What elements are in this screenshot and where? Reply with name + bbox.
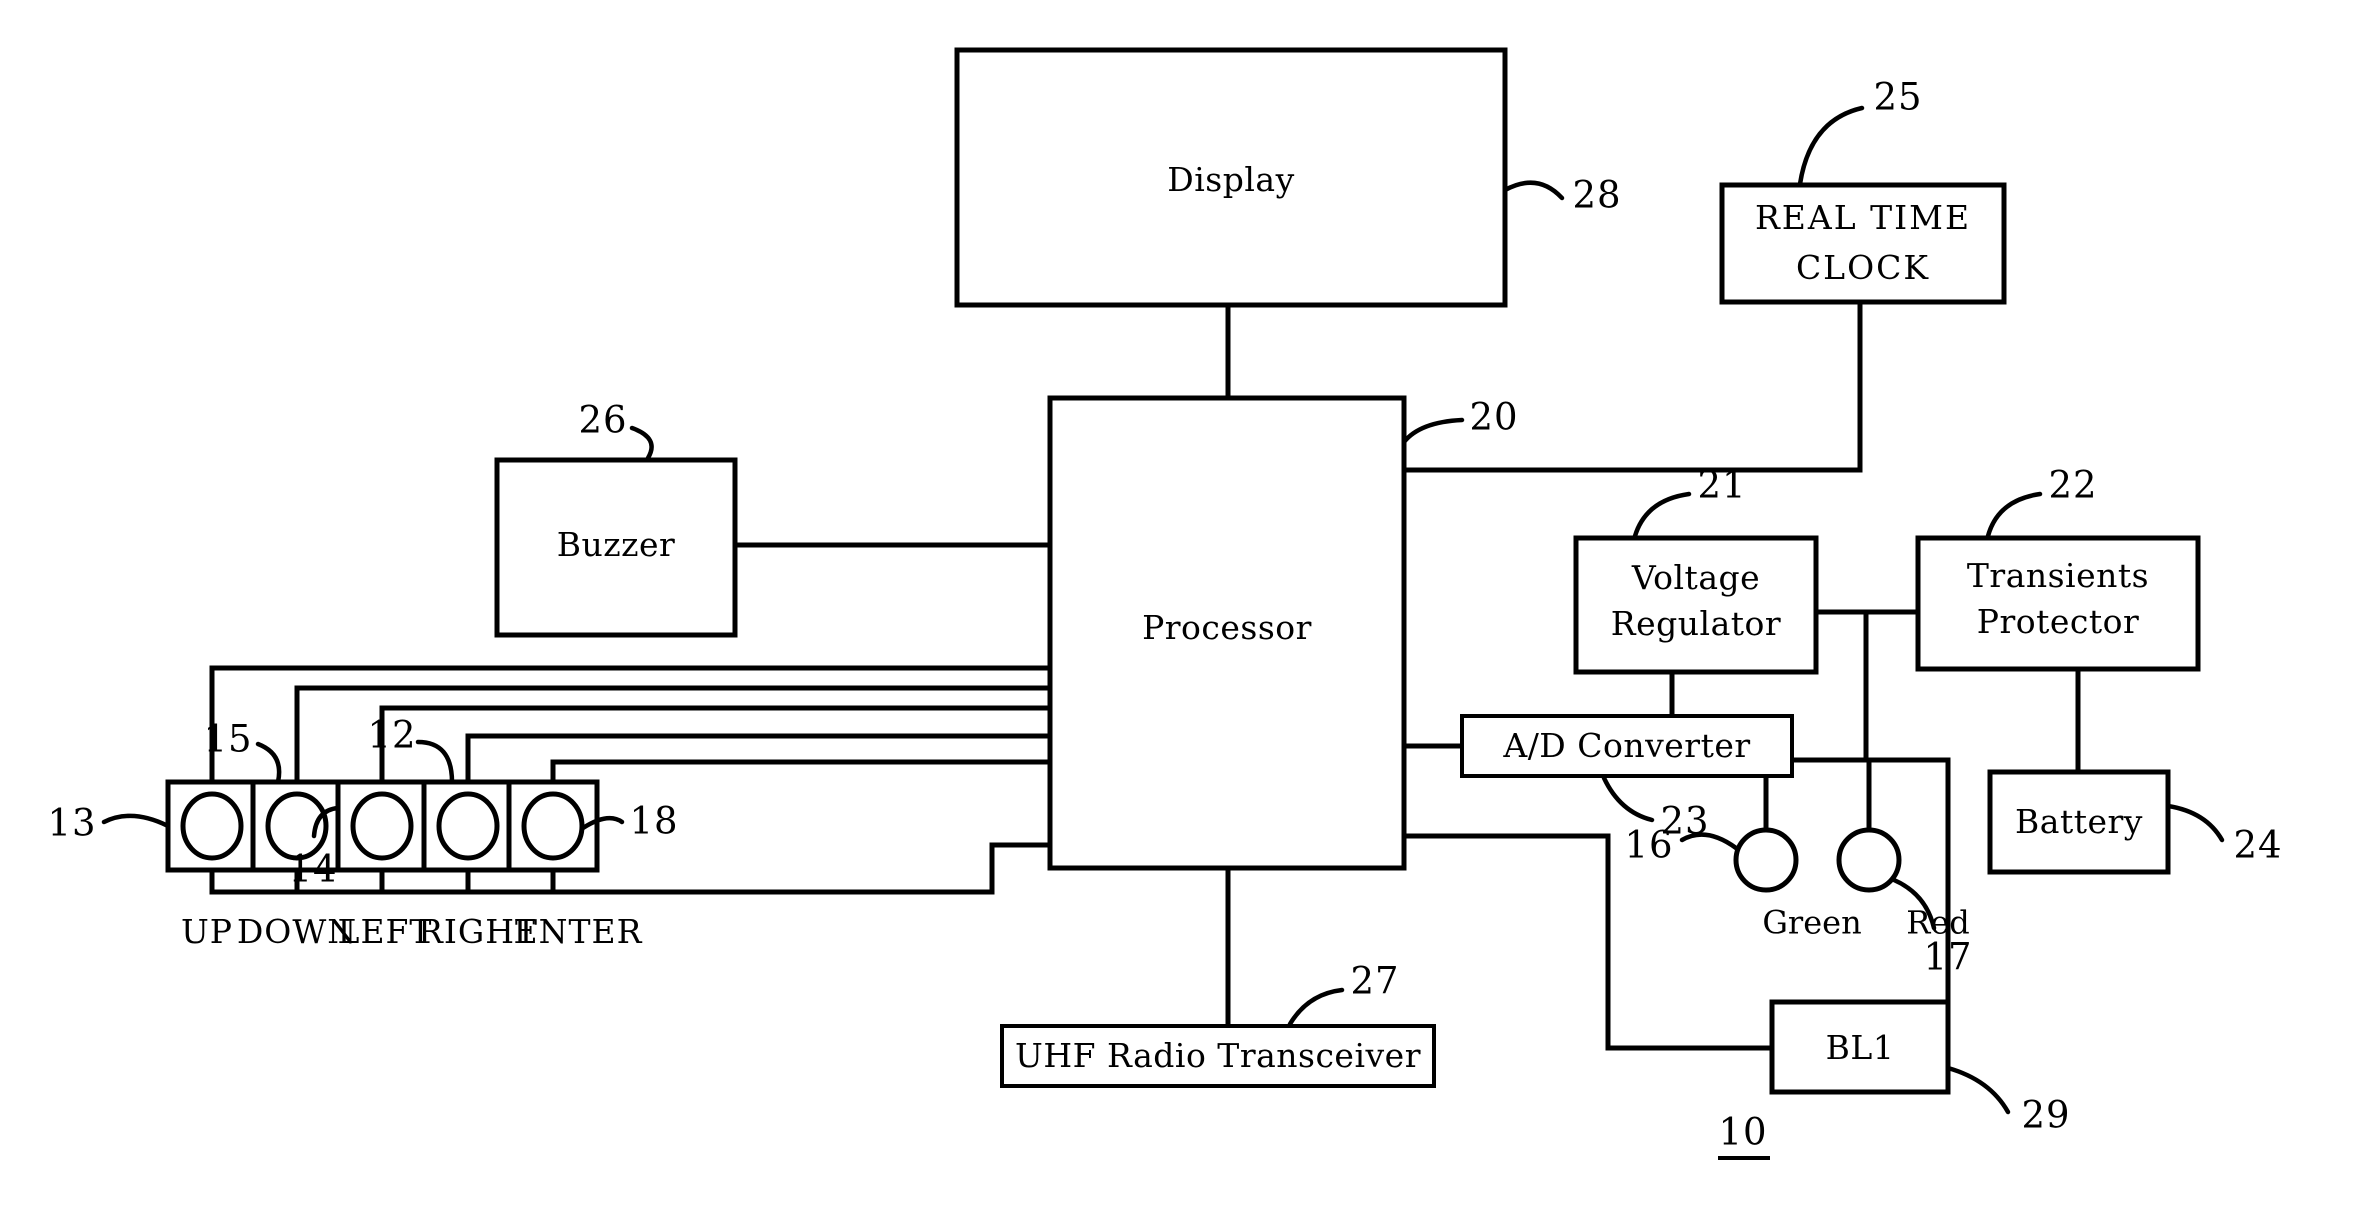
ref-13: 13 bbox=[47, 802, 96, 845]
ref-25: 25 bbox=[1873, 76, 1922, 119]
button-enter-cap-icon[interactable] bbox=[521, 791, 585, 861]
leader-27 bbox=[1287, 987, 1345, 1027]
leader-25 bbox=[1797, 105, 1865, 187]
leader-13 bbox=[101, 813, 171, 829]
ref-10: 10 bbox=[1718, 1111, 1767, 1154]
ref-24: 24 bbox=[2233, 824, 2282, 867]
button-enter-label: ENTER bbox=[514, 912, 643, 951]
uhf-radio-label: UHF Radio Transceiver bbox=[1015, 1036, 1421, 1075]
display-label: Display bbox=[1167, 160, 1294, 199]
ref-15: 15 bbox=[203, 718, 252, 761]
processor-label: Processor bbox=[1142, 608, 1312, 647]
ref-27: 27 bbox=[1350, 960, 1399, 1003]
ref-29: 29 bbox=[2021, 1094, 2070, 1137]
real-time-clock-label-line2: CLOCK bbox=[1796, 248, 1930, 287]
voltage-regulator-label-line1: Voltage bbox=[1631, 558, 1760, 597]
transients-protector-label-line1: Transients bbox=[1967, 556, 2149, 595]
green-led-label: Green bbox=[1762, 904, 1861, 942]
leader-20 bbox=[1401, 417, 1465, 445]
leader-23 bbox=[1601, 775, 1655, 823]
leader-29 bbox=[1945, 1065, 2011, 1115]
patent-figure-page: Display REAL TIME CLOCK Processor Buzzer… bbox=[0, 0, 2354, 1232]
ad-converter-label: A/D Converter bbox=[1502, 726, 1750, 765]
leader-12 bbox=[415, 739, 455, 785]
leader-26 bbox=[629, 425, 654, 461]
ref-12: 12 bbox=[367, 714, 416, 757]
red-led-icon bbox=[1836, 827, 1902, 893]
real-time-clock-label-line1: REAL TIME bbox=[1755, 198, 1971, 237]
leader-24 bbox=[2165, 803, 2225, 843]
backlight-label: BL1 bbox=[1826, 1028, 1895, 1067]
green-led-icon bbox=[1733, 827, 1799, 893]
voltage-regulator-label-line2: Regulator bbox=[1611, 604, 1781, 643]
ref-14: 14 bbox=[288, 848, 337, 891]
leader-28 bbox=[1502, 180, 1565, 201]
wire-button-up-processor bbox=[209, 665, 1053, 785]
button-up-cap-icon[interactable] bbox=[180, 791, 244, 861]
battery-label: Battery bbox=[2015, 802, 2143, 841]
wire-button-enter-processor bbox=[550, 759, 1053, 785]
ref-22: 22 bbox=[2048, 464, 2097, 507]
ref-18: 18 bbox=[629, 800, 678, 843]
buzzer-label: Buzzer bbox=[557, 525, 676, 564]
button-up-label: UP bbox=[181, 912, 233, 951]
leader-22 bbox=[1985, 491, 2043, 539]
ref-26: 26 bbox=[578, 399, 627, 442]
ref-17: 17 bbox=[1923, 936, 1972, 979]
transients-protector-label-line2: Protector bbox=[1977, 602, 2140, 641]
block-diagram: Display REAL TIME CLOCK Processor Buzzer… bbox=[47, 47, 2282, 1160]
ref-16: 16 bbox=[1624, 824, 1673, 867]
ref-20: 20 bbox=[1469, 396, 1518, 439]
wire-processor-backlight bbox=[1401, 833, 1775, 1051]
ref-21: 21 bbox=[1697, 464, 1746, 507]
wire-processor-rtc bbox=[1401, 299, 1863, 473]
button-left-cap-icon[interactable] bbox=[350, 791, 414, 861]
ref-28: 28 bbox=[1572, 174, 1621, 217]
button-right-cap-icon[interactable] bbox=[436, 791, 500, 861]
wire-button-left-processor bbox=[379, 705, 1053, 785]
leader-21 bbox=[1632, 491, 1692, 539]
leader-15 bbox=[255, 741, 282, 785]
